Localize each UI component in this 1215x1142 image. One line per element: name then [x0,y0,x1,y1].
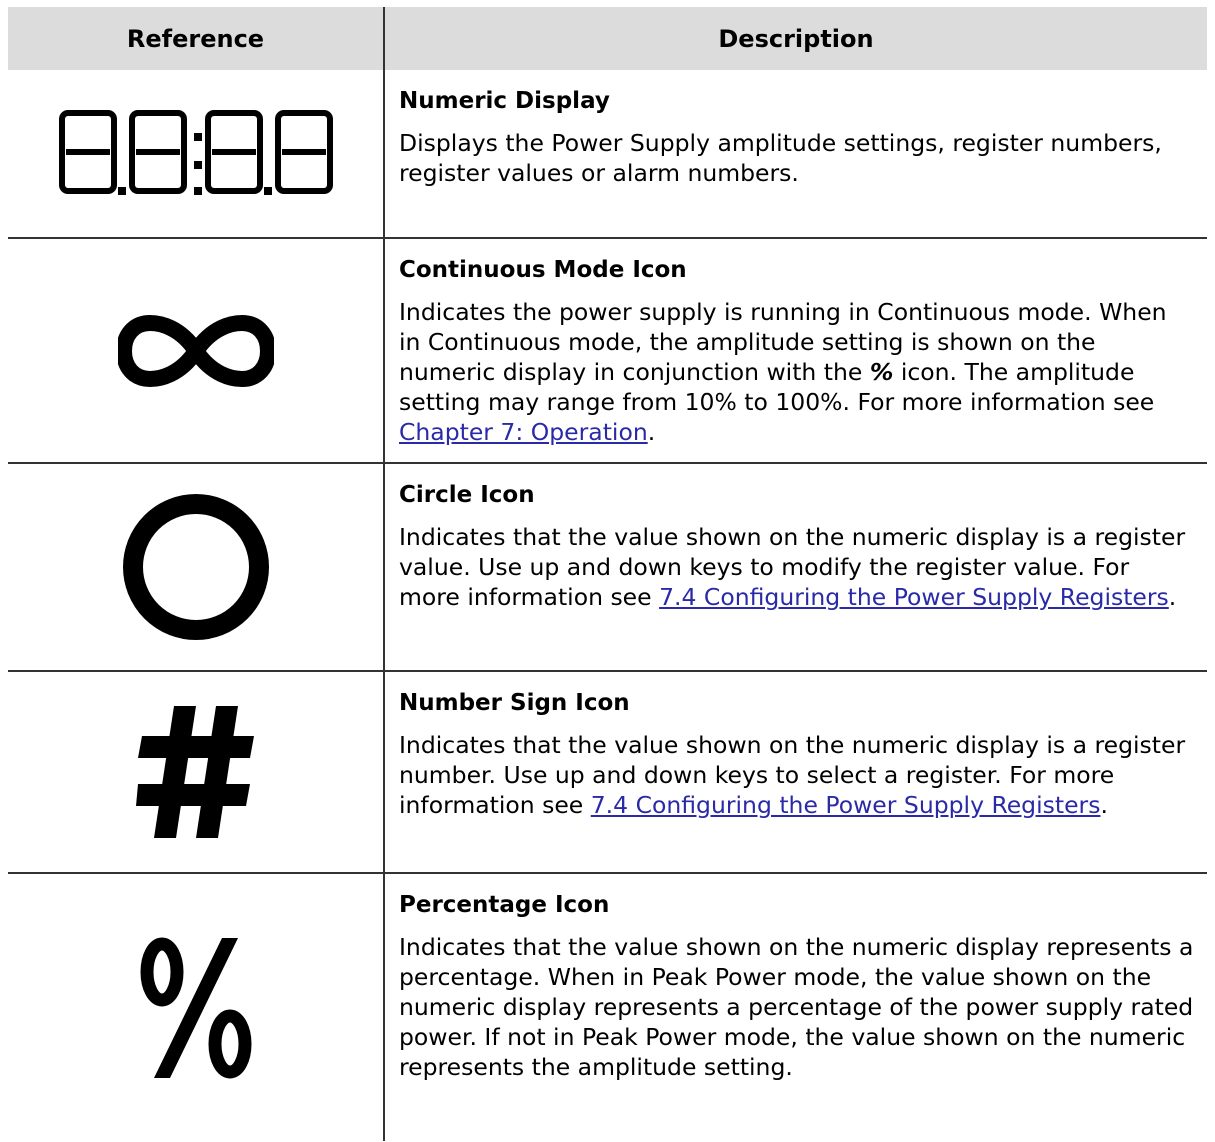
reference-table: Reference Description Numeric Display Di… [8,7,1207,1141]
row-body: Displays the Power Supply amplitude sett… [399,129,1162,187]
row-body: Indicates that the value shown on the nu… [399,523,1186,611]
header-reference: Reference [8,7,385,70]
link-configuring-registers[interactable]: 7.4 Configuring the Power Supply Registe… [659,583,1169,611]
table-row-number-sign: Number Sign Icon Indicates that the valu… [8,671,1207,874]
row-title: Continuous Mode Icon [399,257,687,283]
description-cell: Numeric Display Displays the Power Suppl… [384,70,1207,239]
row-body: Indicates that the value shown on the nu… [399,731,1186,819]
row-title: Circle Icon [399,482,535,508]
number-sign-icon [8,706,383,838]
percent-icon [8,934,383,1082]
reference-cell [8,873,385,1141]
percent-symbol: % [869,358,894,386]
row-title: Numeric Display [399,88,610,114]
header-row: Reference Description [8,7,1207,70]
infinity-icon [8,313,383,389]
header-description: Description [384,7,1207,70]
circle-icon [8,494,383,640]
row-title: Number Sign Icon [399,690,630,716]
table-row-percentage: Percentage Icon Indicates that the value… [8,873,1207,1141]
table-row-continuous-mode: Continuous Mode Icon Indicates the power… [8,238,1207,464]
reference-cell [8,70,385,239]
row-body: Indicates the power supply is running in… [399,298,1167,446]
reference-cell [8,238,385,464]
table-row-numeric-display: Numeric Display Displays the Power Suppl… [8,70,1207,239]
description-cell: Percentage Icon Indicates that the value… [384,873,1207,1141]
table-row-circle: Circle Icon Indicates that the value sho… [8,463,1207,672]
description-cell: Continuous Mode Icon Indicates the power… [384,238,1207,464]
seven-segment-display-icon [8,109,383,199]
reference-cell [8,463,385,672]
row-title: Percentage Icon [399,892,610,918]
link-chapter-7-operation[interactable]: Chapter 7: Operation [399,418,648,446]
link-configuring-registers[interactable]: 7.4 Configuring the Power Supply Registe… [591,791,1101,819]
row-body: Indicates that the value shown on the nu… [399,933,1194,1081]
reference-cell [8,671,385,874]
description-cell: Number Sign Icon Indicates that the valu… [384,671,1207,874]
description-cell: Circle Icon Indicates that the value sho… [384,463,1207,672]
